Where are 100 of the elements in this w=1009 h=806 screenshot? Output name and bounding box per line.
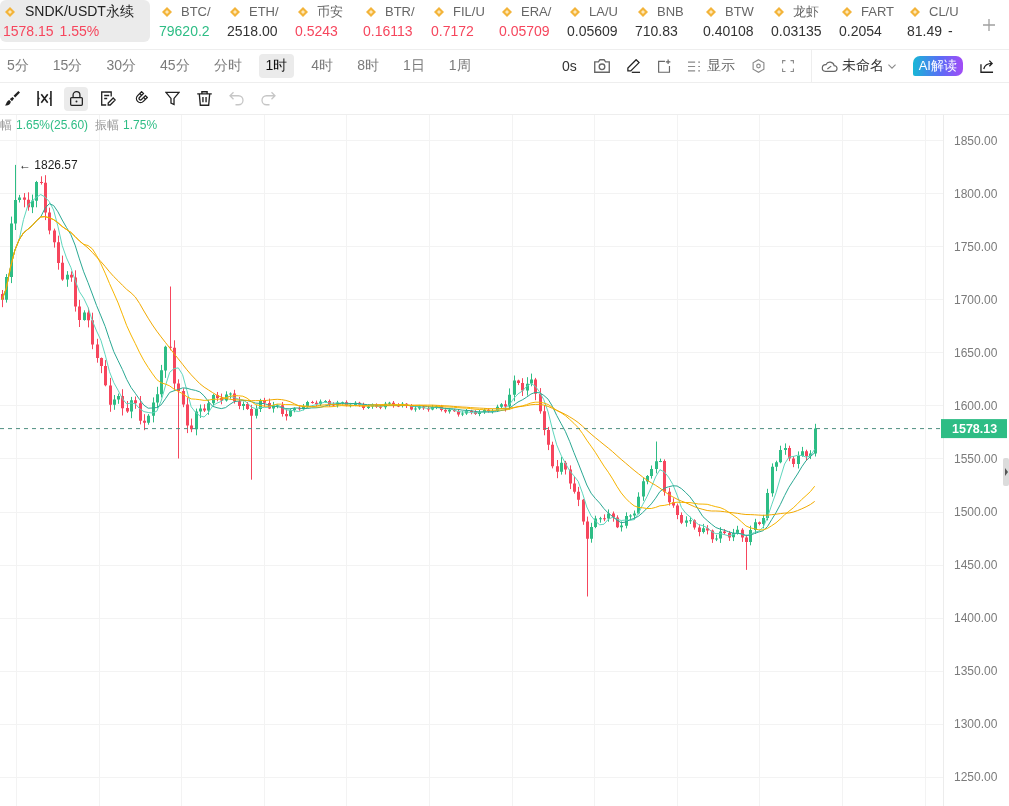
camera-icon[interactable] bbox=[593, 59, 610, 73]
high-price-label: ← 1826.57 bbox=[19, 157, 78, 172]
interval-tab[interactable]: 1日 bbox=[395, 54, 432, 78]
interval-tab[interactable]: 30分 bbox=[99, 54, 143, 78]
interval-tab[interactable]: 1周 bbox=[441, 54, 478, 78]
price-axis-label: 1300.00 bbox=[954, 717, 998, 732]
price-axis-label: 1650.00 bbox=[954, 345, 998, 360]
interval-tab[interactable]: 5分 bbox=[0, 54, 36, 78]
diamond-icon bbox=[842, 6, 852, 17]
ticker-symbol: FIL/U bbox=[453, 4, 485, 19]
ticker-item[interactable]: FIL/U 0.7172 bbox=[424, 0, 492, 49]
collapse-handle[interactable] bbox=[1003, 458, 1009, 486]
lock-icon bbox=[68, 91, 84, 106]
ticker-symbol: ETH/ bbox=[249, 4, 279, 19]
price-axis-label: 1850.00 bbox=[954, 133, 998, 148]
ticker-price: 1578.15 bbox=[3, 23, 54, 39]
price-axis-label: 1600.00 bbox=[954, 398, 998, 413]
filter-icon bbox=[164, 91, 180, 106]
interval-tab[interactable]: 8时 bbox=[350, 54, 386, 78]
undo-icon bbox=[228, 91, 244, 106]
list-icon bbox=[687, 60, 700, 72]
diamond-icon bbox=[5, 6, 15, 17]
add-frame-icon[interactable] bbox=[657, 59, 671, 73]
ticker-price: 0.05709 bbox=[499, 23, 550, 39]
lock-button[interactable] bbox=[64, 86, 88, 111]
price-axis-label: 1550.00 bbox=[954, 452, 998, 466]
ticker-item[interactable]: BNB 710.83 bbox=[628, 0, 696, 49]
price-axis-label: 1350.00 bbox=[954, 664, 998, 679]
layout-dropdown[interactable]: 未命名 bbox=[820, 57, 896, 75]
ticker-item[interactable]: 币安 0.5243 bbox=[288, 0, 356, 49]
pencil-icon[interactable] bbox=[626, 59, 641, 73]
ticker-item[interactable]: CL/U 81.49 - bbox=[900, 0, 968, 49]
ticker-change: - bbox=[948, 23, 953, 39]
ai-analysis-button[interactable]: AI解读 bbox=[912, 56, 963, 76]
ticker-price: 0.16113 bbox=[363, 23, 413, 39]
ticker-item[interactable]: ETH/ 2518.00 bbox=[220, 0, 288, 49]
ticker-item[interactable]: FART 0.2054 bbox=[832, 0, 900, 49]
diamond-icon bbox=[502, 6, 512, 17]
settings-icon[interactable] bbox=[751, 59, 765, 73]
price-axis-label: 1500.00 bbox=[954, 505, 998, 520]
chevron-icon bbox=[887, 63, 896, 69]
ticker-price: 710.83 bbox=[635, 23, 678, 39]
ticker-symbol: ERA/ bbox=[521, 4, 552, 19]
ticker-item[interactable]: 龙虾 0.03135 bbox=[764, 0, 832, 49]
ticker-symbol: BTR/ bbox=[385, 4, 415, 19]
ticker-price: 0.40108 bbox=[703, 23, 754, 39]
display-button[interactable]: 显示 bbox=[687, 57, 735, 75]
ticker-symbol: BNB bbox=[657, 4, 684, 19]
ticker-change: 1.55% bbox=[59, 23, 100, 39]
ticker-symbol: 币安 bbox=[317, 2, 343, 21]
brush-icon bbox=[4, 91, 20, 106]
crossed-bars-icon bbox=[36, 91, 52, 106]
ticker-symbol: 龙虾 bbox=[793, 2, 819, 21]
ticker-symbol: BTW bbox=[725, 4, 754, 19]
diamond-icon bbox=[910, 6, 920, 17]
stat-value: 1.75% bbox=[123, 118, 158, 132]
price-axis-label: 1800.00 bbox=[954, 186, 998, 201]
diamond-icon bbox=[162, 6, 172, 17]
ticker-symbol: LA/U bbox=[589, 4, 618, 19]
fullscreen-icon[interactable] bbox=[781, 60, 794, 72]
ticker-price: 0.03135 bbox=[771, 23, 822, 39]
diamond-icon bbox=[706, 6, 716, 17]
price-axis-label: 1400.00 bbox=[954, 611, 998, 626]
ticker-symbol: SNDK/USDT永续 bbox=[25, 2, 134, 21]
ticker-item[interactable]: BTC/ 79620.2 bbox=[152, 0, 220, 49]
ticker-item[interactable]: BTR/ 0.16113 bbox=[356, 0, 424, 49]
diamond-icon bbox=[774, 6, 784, 17]
interval-tab[interactable]: 15分 bbox=[45, 54, 90, 78]
ticker-item[interactable]: BTW 0.40108 bbox=[696, 0, 764, 49]
interval-tab[interactable]: 1时 bbox=[258, 54, 295, 78]
cloud-icon bbox=[820, 60, 838, 72]
last-price-tag: 1578.13 bbox=[941, 419, 1007, 439]
ticker-price: 0.7172 bbox=[431, 23, 474, 39]
countdown-label: 0s bbox=[561, 58, 577, 74]
price-axis-label: 1700.00 bbox=[954, 292, 998, 307]
diamond-icon bbox=[298, 6, 308, 17]
ticker-item[interactable]: ERA/ 0.05709 bbox=[492, 0, 560, 49]
ticker-price: 0.2054 bbox=[839, 23, 882, 39]
share-icon[interactable] bbox=[980, 59, 994, 73]
price-axis-label: 1450.00 bbox=[954, 558, 998, 573]
ticker-price: 0.5243 bbox=[295, 23, 338, 39]
ticker-item[interactable]: SNDK/USDT永续 1578.15 1.55% bbox=[0, 0, 150, 42]
trash-icon bbox=[196, 91, 212, 106]
stat-label: 幅 bbox=[0, 118, 12, 132]
diamond-icon bbox=[434, 6, 444, 17]
diamond-icon bbox=[638, 6, 648, 17]
interval-tab[interactable]: 45分 bbox=[152, 54, 197, 78]
interval-tab[interactable]: 分时 bbox=[206, 54, 249, 78]
ticker-price: 79620.2 bbox=[159, 23, 210, 39]
ticker-price: 0.05609 bbox=[567, 23, 618, 39]
stat-label: 振幅 bbox=[95, 118, 120, 132]
redo-icon bbox=[260, 91, 276, 106]
ticker-symbol: CL/U bbox=[929, 4, 959, 19]
ticker-price: 2518.00 bbox=[227, 23, 278, 39]
diamond-icon bbox=[570, 6, 580, 17]
edit-note-icon bbox=[100, 91, 116, 106]
diamond-icon bbox=[366, 6, 376, 17]
interval-tab[interactable]: 4时 bbox=[304, 54, 341, 78]
diamond-icon bbox=[230, 6, 240, 17]
ticker-item[interactable]: LA/U 0.05609 bbox=[560, 0, 628, 49]
